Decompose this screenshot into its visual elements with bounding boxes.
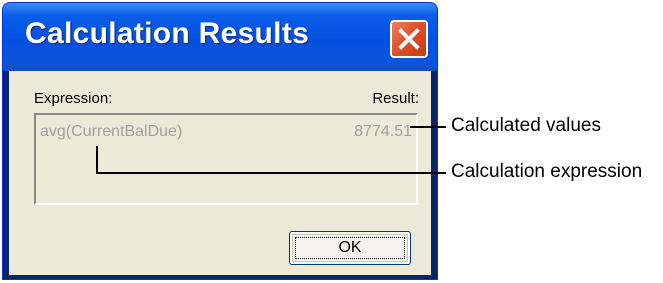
values-callout-label: Calculated values bbox=[451, 115, 601, 136]
ok-button[interactable]: OK bbox=[289, 231, 411, 265]
expression-callout-line-vertical bbox=[96, 146, 98, 174]
title-bar[interactable]: Calculation Results bbox=[3, 3, 437, 71]
focus-rectangle bbox=[295, 237, 405, 259]
close-button[interactable] bbox=[390, 20, 428, 58]
expression-callout-line-horizontal bbox=[96, 172, 446, 174]
dialog-title: Calculation Results bbox=[25, 17, 310, 50]
list-item[interactable]: avg(CurrentBalDue) 8774.51 bbox=[40, 123, 412, 143]
expression-cell: avg(CurrentBalDue) bbox=[40, 123, 183, 140]
result-column-header: Result: bbox=[372, 90, 419, 107]
expression-callout-label: Calculation expression bbox=[451, 161, 643, 182]
calculation-results-dialog: Calculation Results Expression: Result: … bbox=[2, 2, 438, 280]
result-cell: 8774.51 bbox=[354, 123, 412, 140]
results-list[interactable]: avg(CurrentBalDue) 8774.51 bbox=[34, 113, 418, 205]
expression-column-header: Expression: bbox=[34, 90, 113, 107]
values-callout-line bbox=[410, 126, 446, 128]
close-icon bbox=[398, 28, 420, 50]
